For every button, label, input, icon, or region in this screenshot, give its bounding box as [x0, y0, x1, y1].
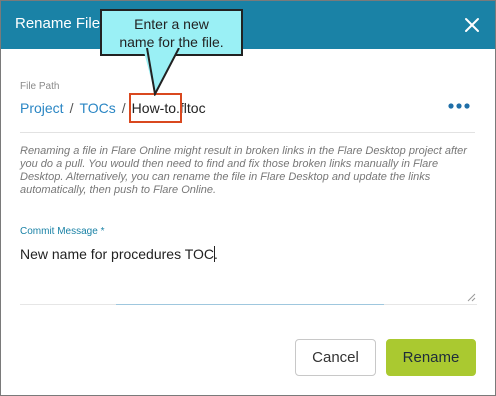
commit-message-label: Commit Message * [20, 226, 105, 237]
rename-warning-text: Renaming a file in Flare Online might re… [20, 145, 467, 196]
rename-button[interactable]: Rename [386, 339, 476, 376]
file-path-label: File Path [20, 81, 60, 92]
text-cursor [214, 246, 215, 262]
rename-file-dialog: Rename File File Path Project / TOCs / How-t… [0, 0, 496, 396]
resize-grip-icon[interactable] [466, 289, 476, 302]
commit-message-field[interactable]: New name for procedures TOC. [20, 241, 477, 301]
callout-line-1: Enter a new [134, 16, 209, 32]
cancel-button[interactable]: Cancel [295, 339, 376, 376]
commit-field-focus-line [116, 304, 384, 305]
more-horizontal-icon[interactable] [447, 98, 471, 109]
dialog-title: Rename File [15, 15, 101, 32]
callout-text: Enter a new name for the file. [102, 15, 241, 51]
breadcrumb-project[interactable]: Project [20, 100, 64, 116]
callout-pointer [143, 48, 180, 96]
file-name-highlight [129, 93, 182, 123]
close-icon[interactable] [463, 16, 481, 34]
breadcrumb-tocs[interactable]: TOCs [79, 100, 115, 116]
file-path-divider [20, 132, 475, 133]
breadcrumb-separator: / [69, 100, 74, 116]
dialog-header: Rename File [1, 1, 495, 49]
